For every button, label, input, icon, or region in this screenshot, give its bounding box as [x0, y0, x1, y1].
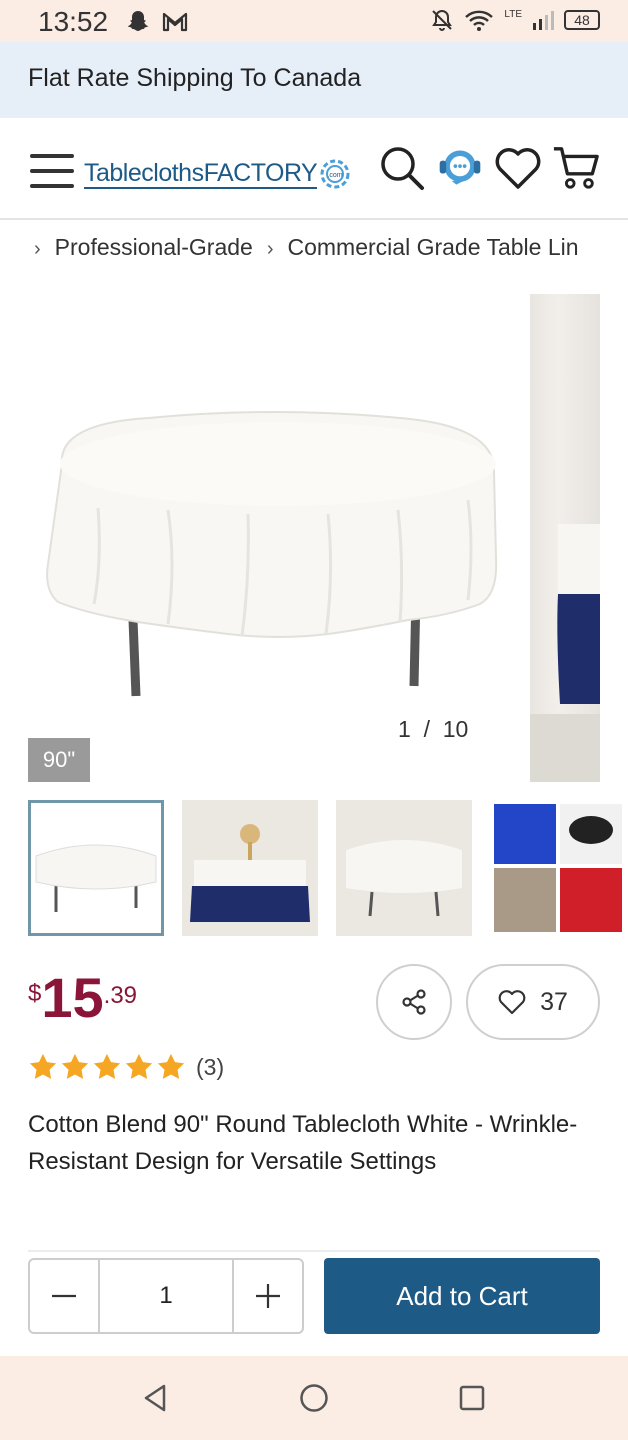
- size-badge: 90": [28, 738, 90, 782]
- review-count: (3): [196, 1053, 225, 1080]
- battery-icon: 48: [564, 10, 600, 30]
- product-rating[interactable]: (3): [28, 1052, 224, 1082]
- wishlist-heart-icon[interactable]: [494, 144, 542, 192]
- product-main-image[interactable]: [28, 294, 524, 782]
- system-nav-bar: [0, 1356, 628, 1440]
- star-icon: [61, 1053, 89, 1079]
- star-icon: [157, 1053, 185, 1079]
- favorite-count: 37: [540, 987, 568, 1016]
- logo-gear-icon: .com: [320, 159, 350, 189]
- shipping-banner-text: Flat Rate Shipping To Canada: [28, 64, 362, 92]
- next-image-preview[interactable]: [530, 294, 600, 782]
- thumbnail-3[interactable]: [336, 800, 472, 936]
- price-cents: .39: [103, 982, 138, 1009]
- quantity-decrease-button[interactable]: [30, 1260, 98, 1332]
- search-icon[interactable]: [378, 144, 426, 192]
- plus-icon: [256, 1284, 280, 1308]
- status-notification-icons: [126, 9, 188, 33]
- share-button[interactable]: [376, 964, 452, 1040]
- product-title: Cotton Blend 90" Round Tablecloth White …: [28, 1111, 578, 1175]
- site-logo[interactable]: TableclothsFACTORY .com: [84, 154, 353, 194]
- thumbnail-strip: [28, 800, 628, 936]
- menu-icon[interactable]: [30, 152, 74, 190]
- price-currency: $: [28, 980, 42, 1007]
- chat-support-icon[interactable]: [436, 144, 484, 192]
- heart-icon: [498, 990, 526, 1015]
- share-icon: [402, 989, 426, 1015]
- status-time: 13:52: [38, 6, 109, 37]
- star-icon: [29, 1053, 57, 1079]
- next-image-photo: [530, 524, 600, 782]
- star-icon: [125, 1053, 153, 1079]
- favorite-button[interactable]: 37: [466, 964, 600, 1040]
- home-icon[interactable]: [298, 1382, 330, 1414]
- thumbnail-1[interactable]: [28, 800, 164, 936]
- tablecloth-photo: [46, 411, 498, 697]
- star-icon: [93, 1053, 121, 1079]
- minus-icon: [52, 1294, 76, 1298]
- quantity-input[interactable]: 1: [98, 1260, 234, 1332]
- recent-apps-icon[interactable]: [456, 1382, 488, 1414]
- breadcrumb-separator-icon: ›: [34, 238, 41, 260]
- status-system-icons: LTE 48: [430, 8, 600, 32]
- header-actions: [378, 144, 600, 192]
- back-icon[interactable]: [140, 1382, 172, 1414]
- site-header: TableclothsFACTORY .com: [0, 118, 628, 220]
- logo-text: TableclothsFACTORY: [84, 159, 318, 189]
- product-price: $ 15 .39: [28, 966, 137, 1030]
- mute-icon: [432, 9, 453, 31]
- divider: [28, 1250, 600, 1252]
- gmail-icon: [162, 12, 188, 32]
- signal-icon: [533, 11, 554, 30]
- wifi-icon: [465, 10, 494, 31]
- breadcrumb-separator-icon: ›: [266, 238, 274, 260]
- image-counter: 1 / 10: [398, 716, 469, 742]
- quantity-increase-button[interactable]: [234, 1260, 302, 1332]
- snapchat-icon: [127, 11, 149, 31]
- thumbnail-2[interactable]: [182, 800, 318, 936]
- add-to-cart-button[interactable]: Add to Cart: [324, 1258, 600, 1334]
- breadcrumb: › Professional-Grade › Commercial Grade Tab…: [34, 234, 604, 268]
- network-type: LTE: [504, 8, 522, 20]
- breadcrumb-item[interactable]: Professional-Grade: [55, 234, 253, 261]
- shipping-banner[interactable]: Flat Rate Shipping To Canada: [0, 42, 628, 118]
- cart-icon[interactable]: [552, 144, 600, 192]
- logo-suffix: .com: [328, 172, 343, 179]
- thumbnail-4[interactable]: [490, 800, 626, 936]
- breadcrumb-item[interactable]: Commercial Grade Table Lin: [288, 234, 579, 261]
- quantity-stepper: 1: [28, 1258, 304, 1334]
- status-bar: 13:52 LTE 48: [0, 0, 628, 42]
- price-whole: 15: [41, 966, 104, 1029]
